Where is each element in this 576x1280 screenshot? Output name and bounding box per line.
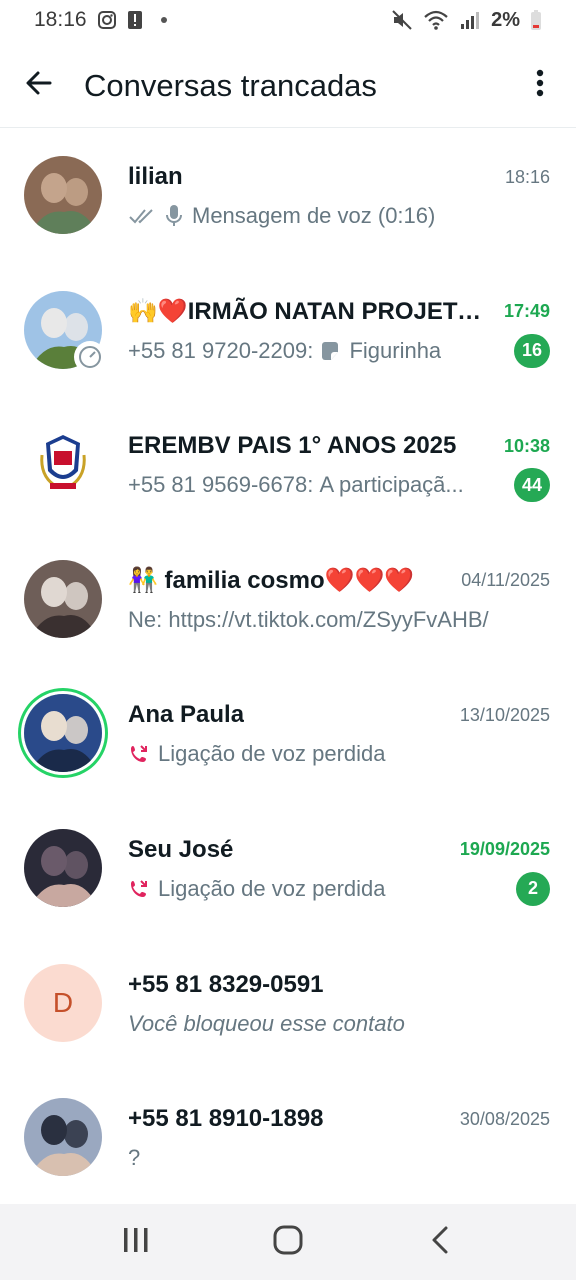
chat-name: +55 81 8910-1898 <box>128 1105 324 1133</box>
notification-dot-icon <box>160 17 167 23</box>
unread-count-badge: 16 <box>513 333 550 368</box>
battery-percent: 2% <box>491 8 520 31</box>
chat-body: lilian 18:16 Mensagem de voz (0:16) <box>128 160 550 236</box>
chat-row[interactable]: +55 81 8910-1898 30/08/2025? <box>0 1072 576 1207</box>
mute-icon <box>391 9 413 31</box>
sticker-icon <box>319 340 341 362</box>
home-icon <box>272 1224 304 1261</box>
chat-row[interactable]: Seu José 19/09/2025 Ligação de voz perdida… <box>0 803 576 938</box>
preview-text: Ligação de voz perdida <box>158 741 386 767</box>
preview-text: Figurinha <box>349 337 442 363</box>
chat-preview: Você bloqueou esse contato <box>128 1011 405 1037</box>
chat-preview: Ligação de voz perdida <box>128 741 386 767</box>
alert-icon <box>127 10 143 30</box>
instagram-icon <box>97 10 117 30</box>
avatar-container <box>24 425 102 504</box>
chevron-left-icon <box>430 1225 450 1260</box>
avatar-letter: D <box>24 963 102 1042</box>
page-title: Conversas trancadas <box>84 67 377 103</box>
avatar-container <box>24 559 102 638</box>
avatar-container: D <box>24 963 102 1042</box>
unread-count-badge: 44 <box>513 468 550 503</box>
chat-body: +55 81 8329-0591 Você bloqueou esse conta… <box>128 968 550 1044</box>
system-nav-bar <box>0 1204 576 1280</box>
chat-name: 👫 familia cosmo❤️❤️❤️ <box>128 567 415 595</box>
chat-preview: +55 81 9569-6678: A participaçã... <box>128 472 464 498</box>
avatar[interactable] <box>24 1098 102 1177</box>
wifi-icon <box>423 9 449 31</box>
chat-preview: Ne: https://vt.tiktok.com/ZSyyFvAHB/ <box>128 607 489 633</box>
chat-name: Ana Paula <box>128 701 245 729</box>
chat-row[interactable]: 🙌❤️IRMÃO NATAN PROJETO... 17:49 +55 81 972… <box>0 265 576 400</box>
more-options-button[interactable] <box>504 44 576 128</box>
chat-time: 18:16 <box>504 166 550 187</box>
chat-row[interactable]: Ana Paula 13/10/2025 Ligação de voz perdid… <box>0 668 576 803</box>
avatar-container <box>24 156 102 234</box>
preview-text: Mensagem de voz (0:16) <box>192 203 436 228</box>
chat-body: EREMBV PAIS 1° ANOS 2025 10:38 +55 81 9569… <box>128 429 550 505</box>
app-bar: Conversas trancadas <box>0 44 576 128</box>
chat-time: 04/11/2025 <box>461 570 550 591</box>
back-button[interactable] <box>0 44 78 128</box>
chat-row[interactable]: D +55 81 8329-0591 Você bloqueou esse cont… <box>0 938 576 1073</box>
chat-body: +55 81 8910-1898 30/08/2025? <box>128 1102 550 1178</box>
arrow-back-icon <box>24 68 54 103</box>
chat-body: 🙌❤️IRMÃO NATAN PROJETO... 17:49 +55 81 972… <box>128 295 550 371</box>
chat-row[interactable]: EREMBV PAIS 1° ANOS 2025 10:38 +55 81 9569… <box>0 399 576 534</box>
double-check-icon <box>128 207 156 225</box>
chat-time: 30/08/2025 <box>459 1108 550 1129</box>
avatar[interactable] <box>24 425 102 504</box>
unread-count-badge: 2 <box>516 871 550 906</box>
chat-name: lilian <box>128 163 183 190</box>
avatar[interactable] <box>24 156 102 234</box>
chat-preview: +55 81 9720-2209: Figurinha <box>128 338 441 364</box>
avatar-container <box>24 290 106 373</box>
preview-sender: +55 81 9720-2209: <box>128 337 320 363</box>
preview-sender: +55 81 9569-6678: <box>128 472 320 498</box>
chat-body: Seu José 19/09/2025 Ligação de voz perdida… <box>128 833 550 909</box>
recent-apps-button[interactable] <box>96 1204 176 1280</box>
chat-preview: Mensagem de voz (0:16) <box>128 203 435 229</box>
avatar[interactable] <box>24 694 102 773</box>
preview-text: ? <box>128 1145 141 1171</box>
chat-list: lilian 18:16 Mensagem de voz (0:16) 🙌❤️IRMÃ… <box>0 130 576 1207</box>
preview-sender: Ne: <box>128 606 169 632</box>
avatar[interactable] <box>24 828 102 907</box>
missed-call-icon <box>128 878 150 900</box>
chat-row[interactable]: 👫 familia cosmo❤️❤️❤️ 04/11/2025 Ne: https… <box>0 534 576 669</box>
status-time: 18:16 <box>34 8 87 31</box>
avatar-container <box>24 828 102 907</box>
chat-name: EREMBV PAIS 1° ANOS 2025 <box>128 432 457 460</box>
chat-preview: ? <box>128 1145 140 1171</box>
chat-name: Seu José <box>128 835 234 863</box>
more-vertical-icon <box>536 69 544 102</box>
chat-time: 13/10/2025 <box>459 704 550 725</box>
home-button[interactable] <box>248 1204 328 1280</box>
chat-body: 👫 familia cosmo❤️❤️❤️ 04/11/2025 Ne: https… <box>128 564 550 640</box>
chat-time: 17:49 <box>503 301 550 322</box>
avatar-container <box>24 694 102 773</box>
chat-time: 19/09/2025 <box>459 839 550 860</box>
battery-low-icon <box>530 9 542 31</box>
chat-row[interactable]: lilian 18:16 Mensagem de voz (0:16) <box>0 130 576 265</box>
chat-preview: Ligação de voz perdida <box>128 876 386 902</box>
status-bar: 18:16 2% <box>0 0 576 40</box>
timer-icon <box>74 340 106 373</box>
signal-icon <box>459 10 481 30</box>
avatar[interactable]: D <box>24 963 102 1042</box>
chat-body: Ana Paula 13/10/2025 Ligação de voz perdid… <box>128 698 550 774</box>
chat-name: 🙌❤️IRMÃO NATAN PROJETO... <box>128 298 488 326</box>
preview-text: https://vt.tiktok.com/ZSyyFvAHB/ <box>168 606 489 632</box>
nav-back-button[interactable] <box>400 1204 480 1280</box>
avatar-container <box>24 1098 102 1177</box>
preview-text: Você bloqueou esse contato <box>128 1010 405 1036</box>
recent-apps-icon <box>122 1227 150 1258</box>
chat-name: +55 81 8329-0591 <box>128 970 324 998</box>
missed-call-icon <box>128 743 150 765</box>
avatar[interactable] <box>24 559 102 638</box>
preview-text: Ligação de voz perdida <box>158 875 386 901</box>
preview-text: A participaçã... <box>319 472 464 498</box>
chat-time: 10:38 <box>503 435 550 456</box>
mic-icon <box>164 204 184 228</box>
